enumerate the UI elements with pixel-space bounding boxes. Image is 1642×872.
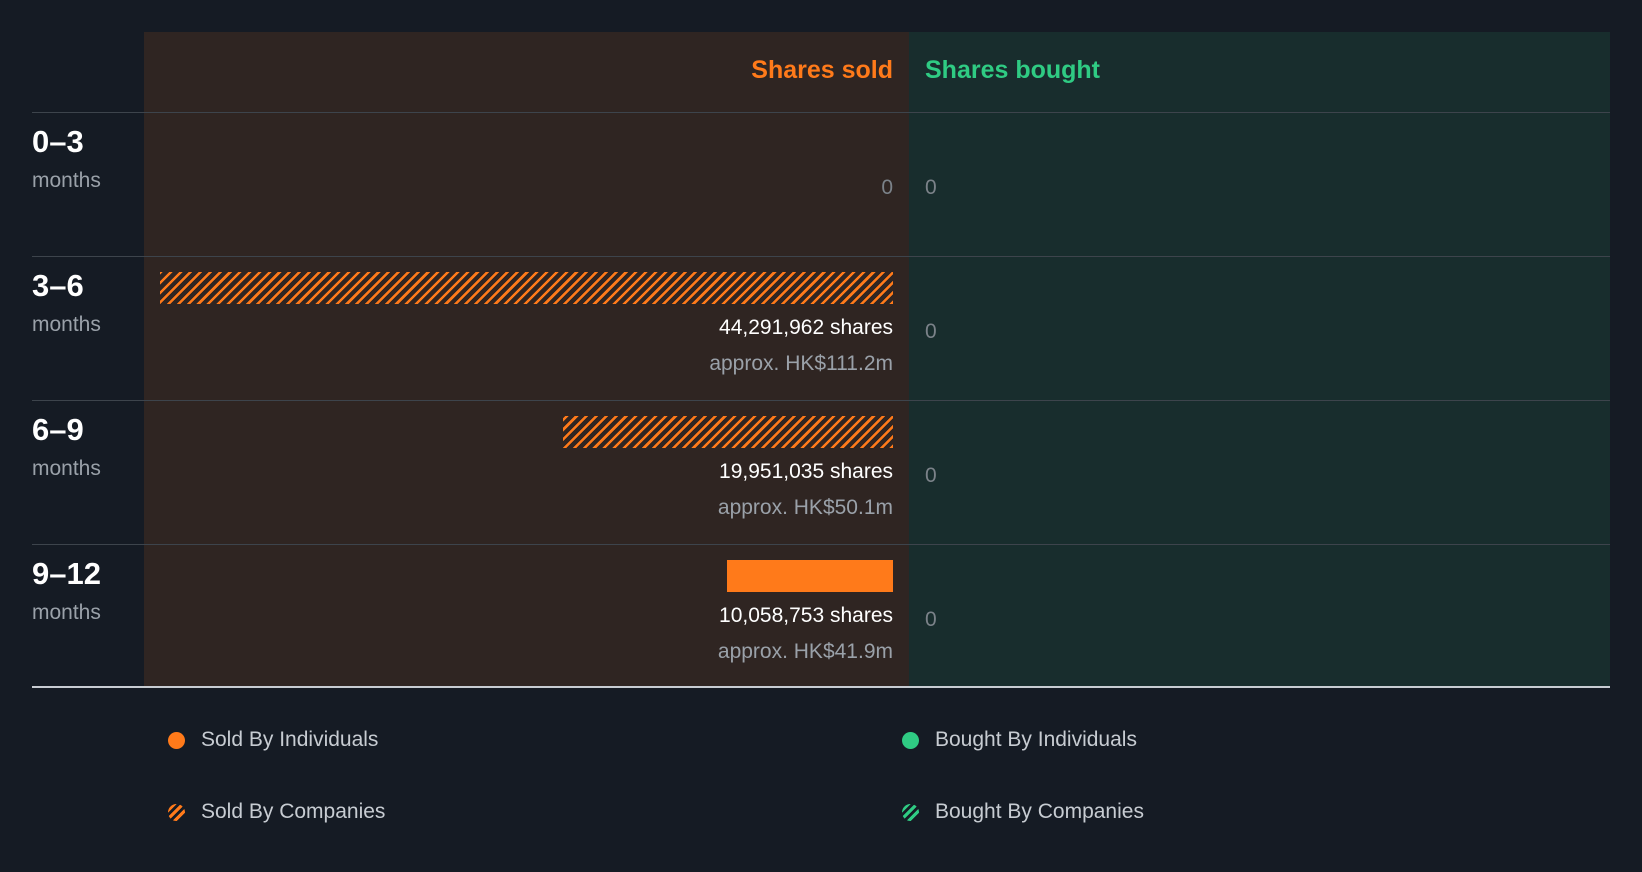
legend-label: Sold By Companies: [201, 800, 386, 823]
legend-item[interactable]: Sold By Companies: [168, 797, 385, 827]
period-label: 9–12 months: [32, 556, 101, 626]
bought-zero-label: 0: [925, 176, 937, 199]
shares-sold-header: Shares sold: [751, 56, 893, 84]
bought-zero-label: 0: [925, 320, 937, 343]
legend-item[interactable]: Sold By Individuals: [168, 725, 378, 755]
sold-value-label: approx. HK$41.9m: [717, 640, 893, 663]
sold-bar[interactable]: [727, 560, 893, 592]
row-divider: [32, 400, 1610, 401]
period-label: 0–3 months: [32, 124, 101, 194]
row-divider: [32, 544, 1610, 545]
legend-item[interactable]: Bought By Companies: [902, 797, 1144, 827]
sold-shares-label: 10,058,753 shares: [719, 604, 893, 627]
period-range: 0–3: [32, 124, 84, 159]
row-divider: [32, 256, 1610, 257]
legend-marker-icon: [902, 803, 919, 821]
sold-bar[interactable]: [160, 272, 893, 304]
row-divider: [32, 112, 1610, 113]
period-range: 3–6: [32, 268, 84, 303]
shares-bought-header: Shares bought: [925, 56, 1101, 84]
sold-zero-label: 0: [881, 176, 893, 199]
legend-label: Sold By Individuals: [201, 728, 379, 751]
period-unit: months: [32, 313, 101, 336]
period-label: 3–6 months: [32, 268, 101, 338]
sold-bar[interactable]: [563, 416, 893, 448]
legend-marker-icon: [168, 731, 185, 749]
period-unit: months: [32, 169, 101, 192]
legend-marker-icon: [168, 803, 185, 821]
period-range: 9–12: [32, 556, 101, 591]
period-unit: months: [32, 601, 101, 624]
bought-zero-label: 0: [925, 608, 937, 631]
legend-label: Bought By Companies: [935, 800, 1144, 823]
insider-trading-chart: Shares sold Shares bought 0–3 months 0 0 3–6…: [0, 0, 1642, 872]
shares-bought-panel: [909, 32, 1610, 687]
sold-value-label: approx. HK$50.1m: [717, 496, 893, 519]
legend-item[interactable]: Bought By Individuals: [902, 725, 1137, 755]
bought-zero-label: 0: [925, 464, 937, 487]
legend-marker-icon: [902, 731, 919, 749]
period-label: 6–9 months: [32, 412, 101, 482]
period-unit: months: [32, 457, 101, 480]
sold-shares-label: 19,951,035 shares: [719, 460, 893, 483]
chart-baseline: [32, 686, 1610, 688]
sold-shares-label: 44,291,962 shares: [719, 316, 893, 339]
legend-label: Bought By Individuals: [935, 728, 1137, 751]
period-range: 6–9: [32, 412, 84, 447]
sold-value-label: approx. HK$111.2m: [709, 352, 893, 375]
